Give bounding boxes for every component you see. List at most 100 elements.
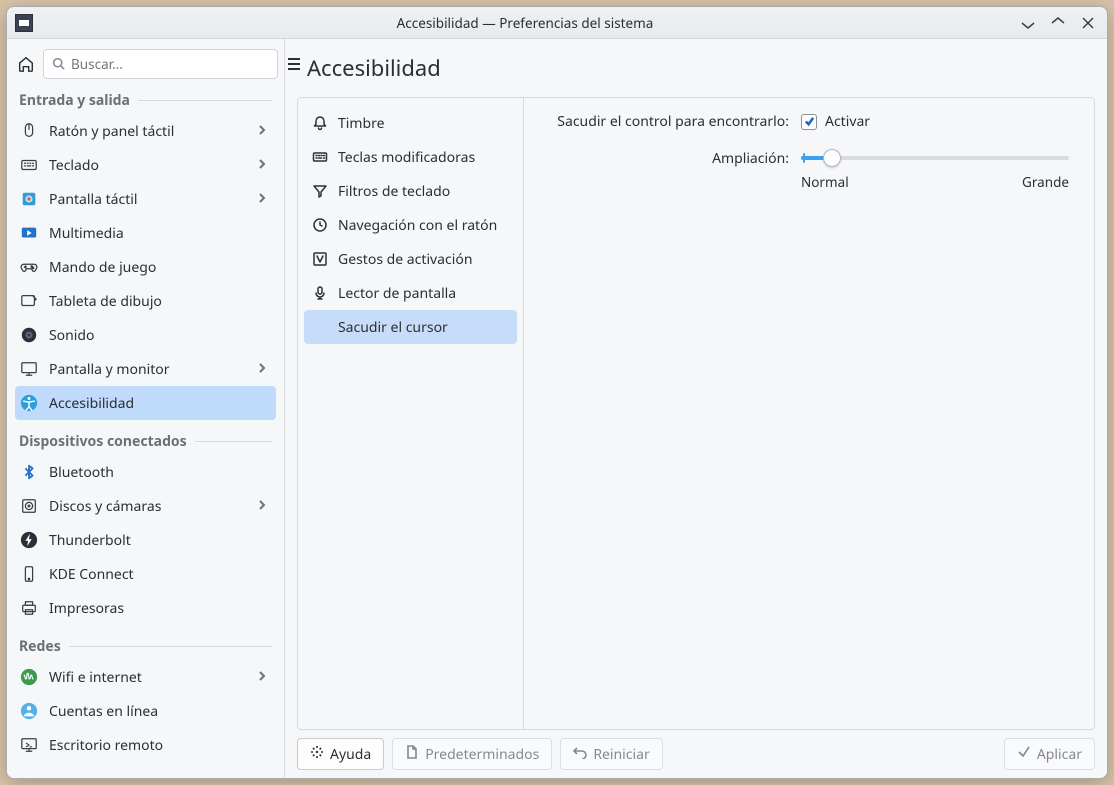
search-icon bbox=[52, 53, 65, 75]
slider-handle[interactable] bbox=[823, 149, 841, 167]
tablet-icon bbox=[19, 291, 39, 311]
touch-icon bbox=[19, 189, 39, 209]
help-icon bbox=[310, 745, 324, 764]
chevron-right-icon bbox=[256, 190, 268, 209]
sidebar-item-gamepad[interactable]: Mando de juego bbox=[15, 250, 276, 284]
sidebar-item-label: KDE Connect bbox=[49, 565, 134, 584]
titlebar: Accesibilidad — Preferencias del sistema bbox=[7, 7, 1107, 39]
sidebar-item-label: Ratón y panel táctil bbox=[49, 122, 174, 141]
disk-icon bbox=[19, 496, 39, 516]
clock-mouse-icon bbox=[312, 217, 328, 233]
defaults-button[interactable]: Predeterminados bbox=[392, 738, 552, 770]
cursor-icon bbox=[312, 319, 328, 335]
subnav-item-label: Filtros de teclado bbox=[338, 182, 450, 201]
sidebar: Entrada y salida Ratón y panel táctil Tecl… bbox=[7, 39, 285, 778]
subnav-item-gesture[interactable]: Gestos de activación bbox=[304, 242, 517, 276]
subnav-item-label: Timbre bbox=[338, 114, 385, 133]
sound-icon bbox=[19, 325, 39, 345]
mouse-icon bbox=[19, 121, 39, 141]
gamepad-icon bbox=[19, 257, 39, 277]
thunderbolt-icon bbox=[19, 530, 39, 550]
sidebar-item-tablet[interactable]: Tableta de dibujo bbox=[15, 284, 276, 318]
magnify-slider[interactable] bbox=[801, 149, 1069, 167]
sidebar-scroll[interactable]: Entrada y salida Ratón y panel táctil Tecl… bbox=[7, 87, 284, 778]
sidebar-item-thunderbolt[interactable]: Thunderbolt bbox=[15, 523, 276, 557]
search-input[interactable] bbox=[71, 55, 269, 73]
sidebar-item-label: Bluetooth bbox=[49, 463, 114, 482]
sidebar-item-label: Accesibilidad bbox=[49, 394, 134, 413]
sidebar-item-label: Multimedia bbox=[49, 224, 124, 243]
sidebar-item-wifi[interactable]: Wifi e internet bbox=[15, 660, 276, 694]
window: Accesibilidad — Preferencias del sistema… bbox=[6, 6, 1108, 779]
sidebar-item-label: Pantalla y monitor bbox=[49, 360, 170, 379]
sidebar-item-touch[interactable]: Pantalla táctil bbox=[15, 182, 276, 216]
undo-icon bbox=[573, 745, 587, 764]
slider-min-label: Normal bbox=[801, 173, 849, 191]
subnav-item-label: Lector de pantalla bbox=[338, 284, 456, 303]
subnav-item-label: Sacudir el cursor bbox=[338, 318, 448, 337]
subnav-item-keyboard[interactable]: Teclas modificadoras bbox=[304, 140, 517, 174]
subnav-item-cursor[interactable]: Sacudir el cursor bbox=[304, 310, 517, 344]
sidebar-item-label: Mando de juego bbox=[49, 258, 156, 277]
sidebar-item-monitor[interactable]: Pantalla y monitor bbox=[15, 352, 276, 386]
wifi-icon bbox=[19, 667, 39, 687]
sidebar-item-accounts[interactable]: Cuentas en línea bbox=[15, 694, 276, 728]
sidebar-item-label: Thunderbolt bbox=[49, 531, 131, 550]
sidebar-item-printer[interactable]: Impresoras bbox=[15, 591, 276, 625]
home-button[interactable] bbox=[17, 50, 35, 78]
sidebar-item-multimedia[interactable]: Multimedia bbox=[15, 216, 276, 250]
subnav-item-bell[interactable]: Timbre bbox=[304, 106, 517, 140]
sidebar-item-mouse[interactable]: Ratón y panel táctil bbox=[15, 114, 276, 148]
subnav-item-mic[interactable]: Lector de pantalla bbox=[304, 276, 517, 310]
search-field[interactable] bbox=[43, 49, 278, 79]
mic-icon bbox=[312, 285, 328, 301]
sidebar-item-a11y[interactable]: Accesibilidad bbox=[15, 386, 276, 420]
reset-button[interactable]: Reiniciar bbox=[560, 738, 662, 770]
keyboard-icon bbox=[19, 155, 39, 175]
subnav-item-label: Teclas modificadoras bbox=[338, 148, 475, 167]
printer-icon bbox=[19, 598, 39, 618]
activate-checkbox[interactable]: Activar bbox=[801, 112, 870, 131]
keyboard-icon bbox=[312, 149, 328, 165]
multimedia-icon bbox=[19, 223, 39, 243]
gesture-icon bbox=[312, 251, 328, 267]
subnav: Timbre Teclas modificadoras Filtros de tec… bbox=[298, 98, 524, 729]
sidebar-item-label: Impresoras bbox=[49, 599, 124, 618]
section-header: Dispositivos conectados bbox=[15, 432, 276, 451]
app-icon bbox=[15, 14, 33, 32]
content: Accesibilidad Timbre Teclas modificadoras… bbox=[285, 39, 1107, 778]
subnav-item-filter[interactable]: Filtros de teclado bbox=[304, 174, 517, 208]
sidebar-item-remote[interactable]: Escritorio remoto bbox=[15, 728, 276, 762]
sidebar-item-sound[interactable]: Sonido bbox=[15, 318, 276, 352]
sidebar-item-label: Teclado bbox=[49, 156, 99, 175]
check-icon bbox=[801, 114, 817, 130]
footer: Ayuda Predeterminados Reiniciar Aplicar bbox=[285, 730, 1107, 778]
sidebar-item-label: Escritorio remoto bbox=[49, 736, 163, 755]
magnify-label: Ampliación: bbox=[544, 149, 789, 168]
subnav-item-clock-mouse[interactable]: Navegación con el ratón bbox=[304, 208, 517, 242]
sidebar-item-label: Sonido bbox=[49, 326, 95, 345]
close-button[interactable] bbox=[1077, 12, 1099, 34]
check-icon bbox=[1017, 745, 1031, 764]
maximize-button[interactable] bbox=[1047, 12, 1069, 34]
help-button[interactable]: Ayuda bbox=[297, 738, 384, 770]
subnav-item-label: Gestos de activación bbox=[338, 250, 472, 269]
sidebar-item-bluetooth[interactable]: Bluetooth bbox=[15, 455, 276, 489]
accounts-icon bbox=[19, 701, 39, 721]
content-header: Accesibilidad bbox=[285, 39, 1107, 97]
filter-icon bbox=[312, 183, 328, 199]
subnav-item-label: Navegación con el ratón bbox=[338, 216, 497, 235]
a11y-icon bbox=[19, 393, 39, 413]
minimize-button[interactable] bbox=[1017, 12, 1039, 34]
chevron-right-icon bbox=[256, 668, 268, 687]
section-header: Entrada y salida bbox=[15, 91, 276, 110]
sidebar-item-label: Wifi e internet bbox=[49, 668, 142, 687]
sidebar-item-disk[interactable]: Discos y cámaras bbox=[15, 489, 276, 523]
apply-button[interactable]: Aplicar bbox=[1004, 738, 1095, 770]
chevron-right-icon bbox=[256, 122, 268, 141]
sidebar-item-label: Cuentas en línea bbox=[49, 702, 158, 721]
sidebar-item-kdeconnect[interactable]: KDE Connect bbox=[15, 557, 276, 591]
bell-icon bbox=[312, 115, 328, 131]
sidebar-item-label: Discos y cámaras bbox=[49, 497, 161, 516]
sidebar-item-keyboard[interactable]: Teclado bbox=[15, 148, 276, 182]
